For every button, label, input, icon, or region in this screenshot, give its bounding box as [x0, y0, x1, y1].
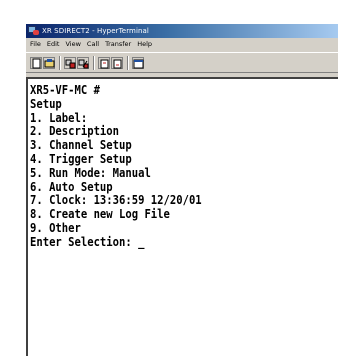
terminal-option-create-log: 8. Create new Log File	[30, 207, 170, 222]
window-title: XR SDIRECT2 - HyperTerminal	[42, 27, 149, 35]
menu-edit[interactable]: Edit	[44, 40, 63, 48]
hyperterminal-app-icon[interactable]	[28, 26, 39, 36]
toolbar-separator	[59, 56, 61, 70]
send-icon[interactable]	[98, 57, 110, 69]
terminal-option-trigger-setup: 4. Trigger Setup	[30, 151, 132, 166]
menu-bar: File Edit View Call Transfer Help	[26, 38, 338, 50]
connect-icon[interactable]	[64, 57, 76, 69]
terminal-option-channel-setup: 3. Channel Setup	[30, 138, 132, 153]
terminal-option-auto-setup: 6. Auto Setup	[30, 179, 113, 194]
terminal-input-line[interactable]: Enter Selection: _	[30, 234, 301, 250]
disconnect-icon[interactable]	[77, 57, 89, 69]
menu-view[interactable]: View	[62, 40, 83, 48]
toolbar	[26, 52, 338, 73]
terminal-option-description: 2. Description	[30, 124, 120, 139]
hyperterminal-window: XR SDIRECT2 - HyperTerminal File Edit Vi…	[26, 24, 338, 356]
properties-icon[interactable]	[132, 57, 144, 69]
text-cursor: _	[138, 234, 145, 249]
menu-file[interactable]: File	[27, 40, 44, 48]
open-icon[interactable]	[43, 57, 55, 69]
terminal-menu-title: Setup	[30, 96, 62, 111]
terminal-input-prompt: Enter Selection:	[30, 234, 139, 249]
terminal-option-clock: 7. Clock: 13:36:59 12/20/01	[30, 193, 202, 208]
toolbar-separator	[127, 56, 129, 70]
terminal-screen[interactable]: XR5-VF-MC # Setup 1. Label: 2. Descripti…	[26, 77, 338, 356]
terminal-option-run-mode: 5. Run Mode: Manual	[30, 165, 151, 180]
title-bar[interactable]: XR SDIRECT2 - HyperTerminal	[26, 24, 338, 38]
menu-transfer[interactable]: Transfer	[102, 40, 134, 48]
menu-call[interactable]: Call	[84, 40, 102, 48]
receive-icon[interactable]	[111, 57, 123, 69]
new-icon[interactable]	[30, 57, 42, 69]
terminal-option-other: 9. Other	[30, 220, 81, 235]
terminal-prompt-header: XR5-VF-MC #	[30, 83, 100, 97]
menu-help[interactable]: Help	[134, 40, 155, 48]
toolbar-separator	[93, 56, 95, 70]
terminal-option-label: 1. Label:	[30, 110, 88, 125]
